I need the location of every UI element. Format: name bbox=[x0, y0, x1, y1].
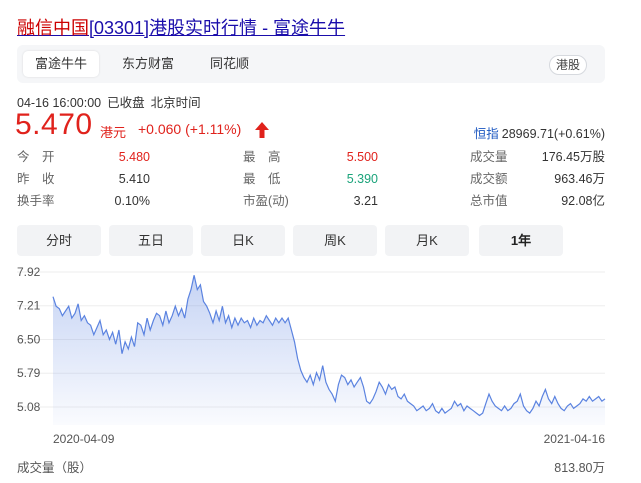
current-price: 5.470 bbox=[15, 108, 93, 141]
tab-daily-k[interactable]: 日K bbox=[201, 225, 285, 256]
stats-row: 今 开 5.480 最 高 5.500 成交量 176.45万股 bbox=[17, 146, 605, 168]
stats-row: 换手率 0.10% 市盈(动) 3.21 总市值 92.08亿 bbox=[17, 190, 605, 212]
low-label: 最 低 bbox=[243, 172, 281, 186]
y-axis-labels: 7.92 7.21 6.50 5.79 5.08 bbox=[17, 265, 41, 414]
volume-section-value: 813.80万 bbox=[554, 461, 605, 475]
y-tick-label: 7.21 bbox=[17, 299, 41, 313]
period-tabs: 分时 五日 日K 周K 月K 1年 bbox=[17, 225, 605, 257]
amount-label: 成交额 bbox=[470, 172, 508, 186]
tab-futu[interactable]: 富途牛牛 bbox=[23, 51, 100, 77]
high-label: 最 高 bbox=[243, 150, 281, 164]
y-tick-label: 5.79 bbox=[17, 366, 41, 380]
timezone: 北京时间 bbox=[150, 96, 201, 110]
page-title-link[interactable]: 融信中国[03301]港股实时行情 - 富途牛牛 bbox=[17, 14, 345, 40]
open-label: 今 开 bbox=[17, 150, 55, 164]
index-label: 恒指 bbox=[473, 127, 499, 141]
open-value: 5.480 bbox=[118, 150, 150, 164]
volume-section-label: 成交量（股） bbox=[17, 461, 93, 475]
price-chart[interactable]: 7.92 7.21 6.50 5.79 5.08 2020-04-09 2021-04-1… bbox=[0, 260, 641, 455]
y-tick-label: 5.08 bbox=[17, 400, 41, 414]
tab-weekly-k[interactable]: 周K bbox=[293, 225, 377, 256]
tab-intraday[interactable]: 分时 bbox=[17, 225, 101, 256]
y-tick-label: 6.50 bbox=[17, 332, 41, 346]
low-value: 5.390 bbox=[346, 172, 378, 186]
volume-label: 成交量 bbox=[470, 150, 508, 164]
market-cap-label: 总市值 bbox=[470, 194, 508, 208]
market-cap-value: 92.08亿 bbox=[561, 194, 605, 208]
y-tick-label: 7.92 bbox=[17, 265, 41, 279]
currency-unit: 港元 bbox=[100, 125, 127, 140]
market-status: 已收盘 bbox=[107, 96, 145, 110]
stock-code: [03301] bbox=[89, 18, 150, 38]
turnover-rate-value: 0.10% bbox=[114, 194, 150, 208]
tab-five-day[interactable]: 五日 bbox=[109, 225, 193, 256]
pe-label: 市盈(动) bbox=[243, 194, 289, 208]
amount-value: 963.46万 bbox=[554, 172, 605, 186]
tab-one-year[interactable]: 1年 bbox=[479, 225, 563, 256]
x-tick-label: 2021-04-16 bbox=[544, 432, 606, 446]
tab-monthly-k[interactable]: 月K bbox=[385, 225, 469, 256]
high-value: 5.500 bbox=[346, 150, 378, 164]
prev-close-label: 昨 收 bbox=[17, 172, 55, 186]
title-suffix: 港股实时行情 - 富途牛牛 bbox=[149, 18, 346, 38]
tab-eastmoney[interactable]: 东方财富 bbox=[110, 51, 186, 77]
volume-value: 176.45万股 bbox=[541, 150, 605, 164]
turnover-rate-label: 换手率 bbox=[17, 194, 55, 208]
stats-grid: 今 开 5.480 最 高 5.500 成交量 176.45万股 昨 收 5.4… bbox=[17, 146, 605, 212]
prev-close-value: 5.410 bbox=[118, 172, 150, 186]
stats-row: 昨 收 5.410 最 低 5.390 成交额 963.46万 bbox=[17, 168, 605, 190]
x-tick-label: 2020-04-09 bbox=[53, 432, 115, 446]
stock-name: 融信中国 bbox=[17, 18, 89, 38]
x-axis-labels: 2020-04-09 2021-04-16 bbox=[53, 432, 605, 446]
source-tabs-bar: 富途牛牛 东方财富 同花顺 港股 bbox=[17, 45, 605, 83]
pe-value: 3.21 bbox=[353, 194, 378, 208]
hang-seng-index[interactable]: 恒指 28969.71(+0.61%) bbox=[474, 123, 605, 142]
up-arrow-icon bbox=[255, 122, 269, 138]
tab-tonghuashun[interactable]: 同花顺 bbox=[198, 51, 261, 77]
index-value: 28969.71(+0.61%) bbox=[501, 127, 605, 141]
price-change: +0.060 (+1.11%) bbox=[138, 121, 242, 137]
market-badge: 港股 bbox=[548, 55, 587, 75]
